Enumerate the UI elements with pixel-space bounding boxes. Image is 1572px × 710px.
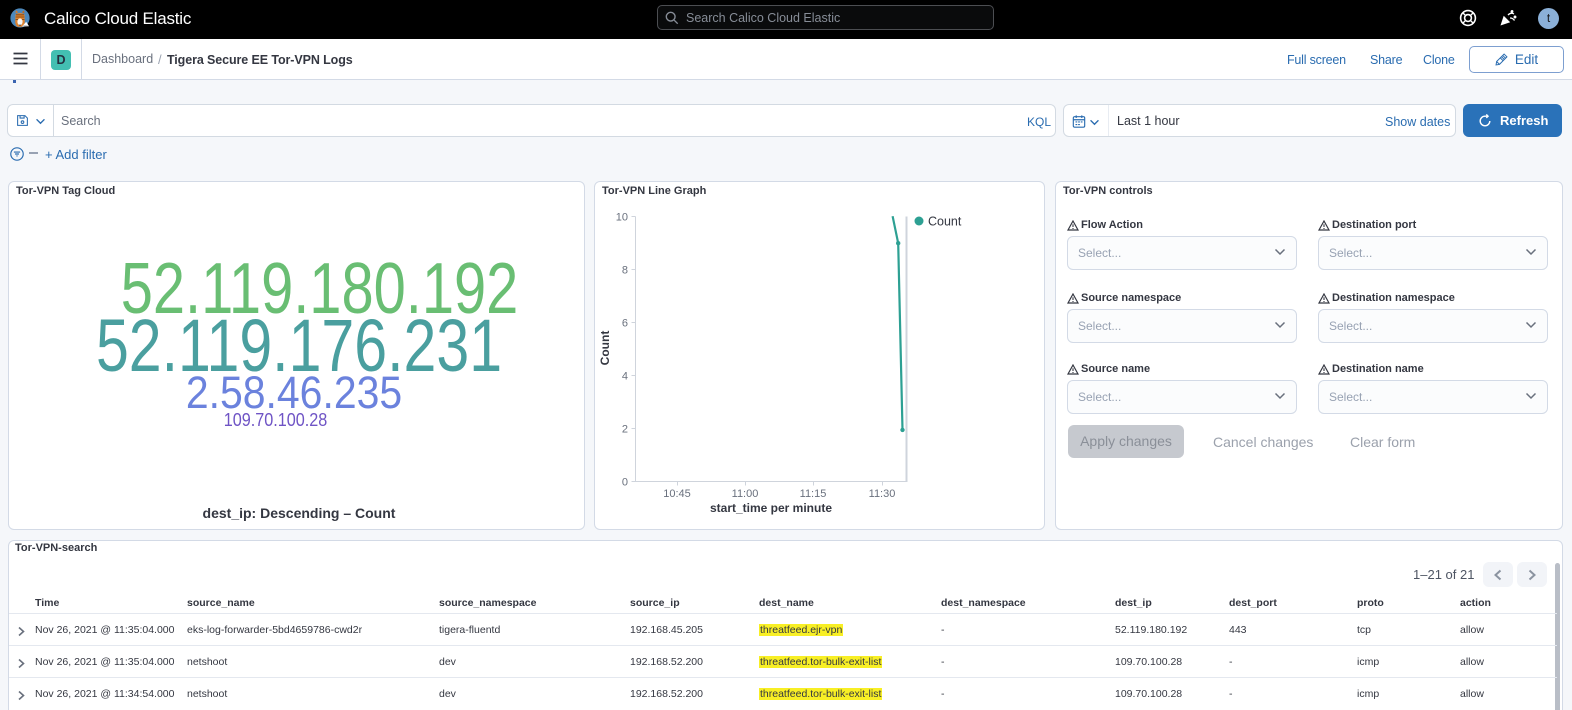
- svg-text:11:15: 11:15: [800, 488, 827, 500]
- svg-text:Count: Count: [928, 215, 962, 229]
- svg-text:2: 2: [622, 424, 628, 436]
- svg-text:8: 8: [622, 265, 628, 277]
- svg-text:Count: Count: [598, 331, 612, 366]
- svg-text:11:30: 11:30: [869, 488, 896, 500]
- svg-text:11:00: 11:00: [732, 488, 759, 500]
- svg-text:4: 4: [622, 371, 628, 383]
- svg-text:0: 0: [622, 477, 628, 489]
- svg-text:start_time per minute: start_time per minute: [710, 501, 832, 515]
- svg-text:6: 6: [622, 318, 628, 330]
- svg-text:10: 10: [616, 212, 628, 224]
- svg-text:10:45: 10:45: [663, 488, 691, 500]
